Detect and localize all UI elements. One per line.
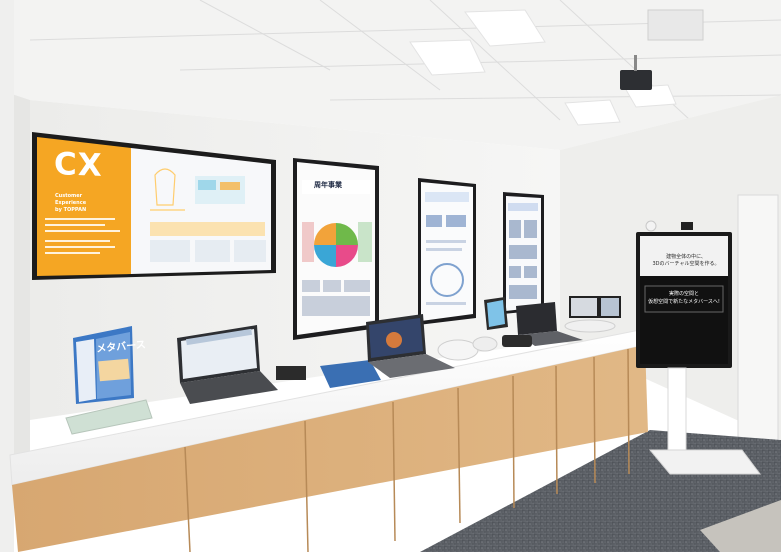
brochure-stand [73,326,134,404]
kiosk-text-1: 建物全体の中に、 [666,254,706,260]
projector-mount [634,55,637,71]
white-device [564,319,616,333]
kiosk-text-4: 仮想空間で新たなメタバースへ! [648,299,720,305]
cx-tagline-2: Experience [55,200,87,206]
showroom-illustration [0,0,781,552]
cx-tagline-1: Customer [55,193,83,199]
tablet-stand [484,297,508,330]
speaker [502,335,532,347]
kiosk-text-3: 実際の空間と [668,291,699,297]
ceiling-fixture [647,9,704,41]
right-door [737,194,779,446]
small-device [276,366,306,380]
portrait-display-3 [503,192,544,314]
wall-sensor [645,220,657,232]
portrait-display-2 [418,178,476,325]
monitor-pair [569,296,621,318]
showroom-photo: CX Customer Experience by TOPPAN 周年事業 メタ… [0,0,781,552]
projector [620,70,652,90]
display-title: 周年事業 [314,181,342,189]
kiosk-text-2: 3Dのバーチャル空間を作る。 [652,261,720,267]
cx-headline: CX [54,146,103,184]
cx-tagline-3: by TOPPAN [55,207,87,213]
